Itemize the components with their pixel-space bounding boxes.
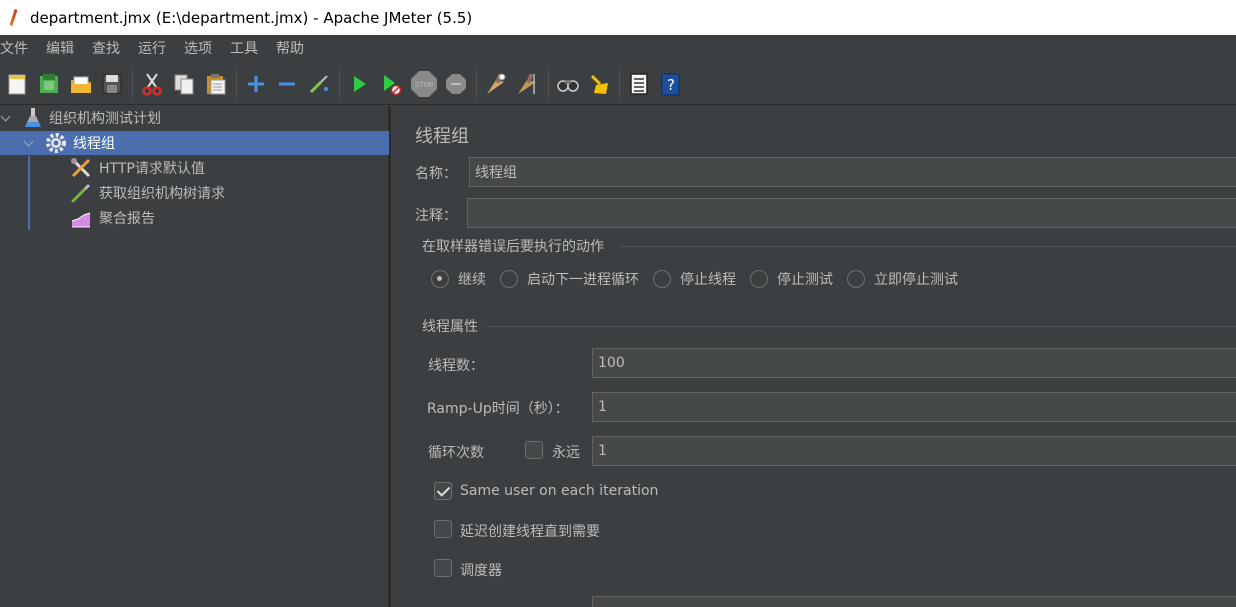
toolbar: STOP ? (0, 63, 1236, 105)
reset-search-icon[interactable] (587, 71, 613, 97)
menu-search[interactable]: 查找 (86, 38, 128, 58)
menu-help[interactable]: 帮助 (270, 38, 312, 58)
start-no-pause-icon[interactable] (378, 71, 404, 97)
group-divider (486, 326, 1236, 327)
toggle-icon[interactable] (306, 71, 332, 97)
jmeter-feather-icon (8, 9, 20, 27)
name-label: 名称： (415, 166, 457, 182)
toolbar-separator (476, 69, 478, 98)
threads-label: 线程数： (428, 358, 484, 374)
loop-label: 循环次数 (428, 445, 484, 461)
search-icon[interactable] (555, 71, 581, 97)
save-icon[interactable] (99, 71, 125, 97)
tree-item-label: 获取组织机构树请求 (99, 186, 225, 202)
test-tree-panel: 组织机构测试计划 线程组 HTTP请求默认值 获取组织机构树请求 聚合报告 (0, 106, 389, 607)
cut-icon[interactable] (139, 71, 165, 97)
threads-field[interactable] (592, 348, 1236, 378)
radio-stop-thread-label: 停止线程 (680, 272, 736, 288)
tree-item-label: 线程组 (73, 136, 115, 152)
tree-item-thread-group[interactable]: 线程组 (0, 131, 389, 155)
radio-continue[interactable] (431, 270, 449, 288)
toolbar-separator (235, 69, 237, 98)
help-icon[interactable]: ? (658, 71, 684, 97)
menu-run[interactable]: 运行 (132, 38, 174, 58)
window-titlebar: department.jmx (E:\department.jmx) - Apa… (0, 0, 1236, 35)
menu-options[interactable]: 选项 (178, 38, 220, 58)
tree-item-get-org-tree[interactable]: 获取组织机构树请求 (0, 181, 389, 205)
expand-icon[interactable] (243, 71, 269, 97)
rampup-field[interactable] (592, 392, 1236, 422)
toolbar-separator (547, 69, 549, 98)
chevron-down-icon[interactable] (23, 137, 35, 149)
open-icon[interactable] (68, 71, 94, 97)
chevron-down-icon[interactable] (0, 112, 12, 124)
wrench-icon (70, 157, 92, 179)
test-plan-icon (24, 107, 42, 129)
tree-item-aggregate-report[interactable]: 聚合报告 (0, 206, 389, 230)
window-title: department.jmx (E:\department.jmx) - Apa… (30, 8, 473, 27)
rampup-label: Ramp-Up时间（秒）： (427, 401, 569, 417)
scheduler-label: 调度器 (460, 563, 502, 579)
toolbar-separator (338, 69, 340, 98)
svg-text:?: ? (667, 76, 675, 94)
templates-icon[interactable] (36, 71, 62, 97)
error-action-radio-group: 继续 启动下一进程循环 停止线程 停止测试 立即停止测试 (431, 269, 972, 289)
radio-stop-test[interactable] (750, 270, 768, 288)
delay-thread-creation-label: 延迟创建线程直到需要 (460, 524, 600, 540)
pipette-icon (70, 182, 92, 204)
loop-count-field[interactable] (592, 436, 1236, 466)
tree-item-label: 聚合报告 (99, 211, 155, 227)
delay-thread-creation-checkbox[interactable] (434, 520, 452, 538)
group-divider (621, 246, 1236, 247)
tree-item-http-defaults[interactable]: HTTP请求默认值 (0, 156, 389, 180)
radio-stop-test-now[interactable] (847, 270, 865, 288)
comment-label: 注释： (415, 208, 457, 224)
clear-icon[interactable] (483, 71, 509, 97)
toolbar-separator (132, 69, 134, 98)
name-field[interactable] (469, 157, 1236, 187)
forever-label: 永远 (552, 445, 580, 461)
comment-field[interactable] (467, 198, 1236, 228)
menu-tools[interactable]: 工具 (224, 38, 266, 58)
paste-icon[interactable] (203, 71, 229, 97)
menu-edit[interactable]: 编辑 (40, 38, 82, 58)
scheduler-checkbox[interactable] (434, 559, 452, 577)
tree-item-label: 组织机构测试计划 (49, 111, 161, 127)
same-user-label: Same user on each iteration (460, 483, 659, 499)
error-action-group-title: 在取样器错误后要执行的动作 (422, 239, 604, 255)
radio-stop-test-now-label: 立即停止测试 (874, 272, 958, 288)
radio-continue-label: 继续 (458, 272, 486, 288)
svg-text:STOP: STOP (414, 81, 432, 89)
function-helper-icon[interactable] (626, 71, 652, 97)
start-icon[interactable] (346, 71, 372, 97)
gear-icon (45, 132, 67, 154)
menu-file[interactable]: 文件 (0, 38, 36, 58)
forever-checkbox[interactable] (525, 441, 543, 459)
menu-bar: 文件 编辑 查找 运行 选项 工具 帮助 (0, 35, 1236, 61)
radio-start-next-loop-label: 启动下一进程循环 (527, 272, 639, 288)
clear-all-icon[interactable] (515, 71, 541, 97)
tree-guide-line (28, 156, 30, 230)
shutdown-icon[interactable] (443, 71, 469, 97)
tree-item-test-plan[interactable]: 组织机构测试计划 (0, 106, 389, 130)
panel-title: 线程组 (415, 126, 469, 147)
thread-props-group-title: 线程属性 (422, 319, 478, 335)
same-user-checkbox[interactable] (434, 482, 452, 500)
radio-stop-test-label: 停止测试 (777, 272, 833, 288)
radio-stop-thread[interactable] (653, 270, 671, 288)
stop-icon[interactable]: STOP (410, 70, 438, 97)
radio-start-next-loop[interactable] (500, 270, 518, 288)
copy-icon[interactable] (171, 71, 197, 97)
toolbar-separator (619, 69, 621, 98)
collapse-icon[interactable] (274, 71, 300, 97)
duration-field[interactable] (592, 596, 1236, 607)
thread-group-panel: 线程组 名称： 注释： 在取样器错误后要执行的动作 继续 启动下一进程循环 停止… (391, 106, 1236, 607)
tree-item-label: HTTP请求默认值 (99, 161, 205, 177)
new-icon[interactable] (4, 71, 30, 97)
chart-icon (70, 207, 92, 229)
